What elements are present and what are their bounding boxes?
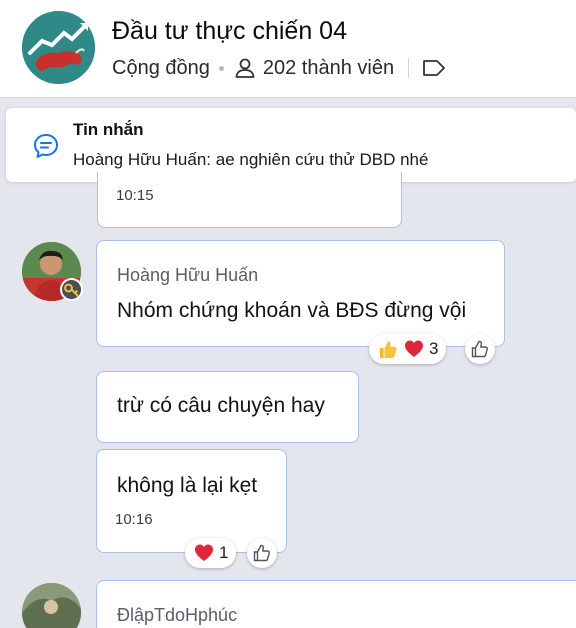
group-avatar[interactable] (22, 11, 95, 84)
thumbs-up-icon (380, 341, 397, 358)
heart-icon (195, 544, 213, 561)
message-time: 10:15 (116, 187, 154, 204)
add-reaction-button[interactable] (465, 334, 495, 364)
message-bubble[interactable]: 10:15 (97, 172, 402, 228)
sender-name[interactable]: Hoàng Hữu Huấn (117, 265, 258, 286)
thumbs-up-outline-icon (471, 340, 488, 358)
group-name[interactable]: Đầu tư thực chiến 04 (112, 17, 347, 46)
reaction-summary[interactable]: 3 (369, 334, 447, 364)
message-time: 10:16 (115, 511, 153, 528)
key-icon (64, 283, 79, 297)
add-reaction-button[interactable] (247, 538, 277, 568)
member-icon (235, 58, 255, 78)
thumbs-up-outline-icon (253, 544, 270, 562)
reaction-count: 3 (429, 339, 439, 358)
message-bubble[interactable]: ĐlậpTdoHphúc (96, 580, 576, 628)
pinned-text: Hoàng Hữu Huấn: ae nghiên cứu thử DBD nh… (73, 150, 429, 169)
chat-header: Đầu tư thực chiến 04 Cộng đồng 202 thành… (0, 0, 576, 98)
sender-name[interactable]: ĐlậpTdoHphúc (117, 605, 237, 626)
pinned-message-banner[interactable]: Tin nhắn Hoàng Hữu Huấn: ae nghiên cứu t… (6, 108, 576, 182)
member-count[interactable]: 202 thành viên (263, 57, 394, 80)
reaction-summary[interactable]: 1 (185, 538, 237, 568)
message-icon (34, 134, 58, 158)
message-text: trừ có câu chuyện hay (117, 394, 325, 417)
separator-dot (218, 65, 224, 71)
heart-icon (405, 340, 423, 357)
message-bubble[interactable]: trừ có câu chuyện hay (96, 371, 359, 443)
message-text: không là lại kẹt (117, 474, 258, 497)
pinned-title: Tin nhắn (73, 120, 144, 139)
reaction-count: 1 (219, 543, 229, 562)
message-bubble[interactable]: Hoàng Hữu Huấn Nhóm chứng khoán và BĐS đ… (96, 240, 505, 347)
sender-avatar[interactable] (22, 583, 81, 628)
message-text: Nhóm chứng khoán và BĐS đừng vội (117, 299, 467, 322)
group-meta: Cộng đồng 202 thành viên (112, 56, 447, 80)
admin-key-badge (60, 278, 83, 301)
group-type: Cộng đồng (112, 56, 210, 79)
divider (408, 58, 410, 78)
tag-icon[interactable] (421, 57, 447, 79)
